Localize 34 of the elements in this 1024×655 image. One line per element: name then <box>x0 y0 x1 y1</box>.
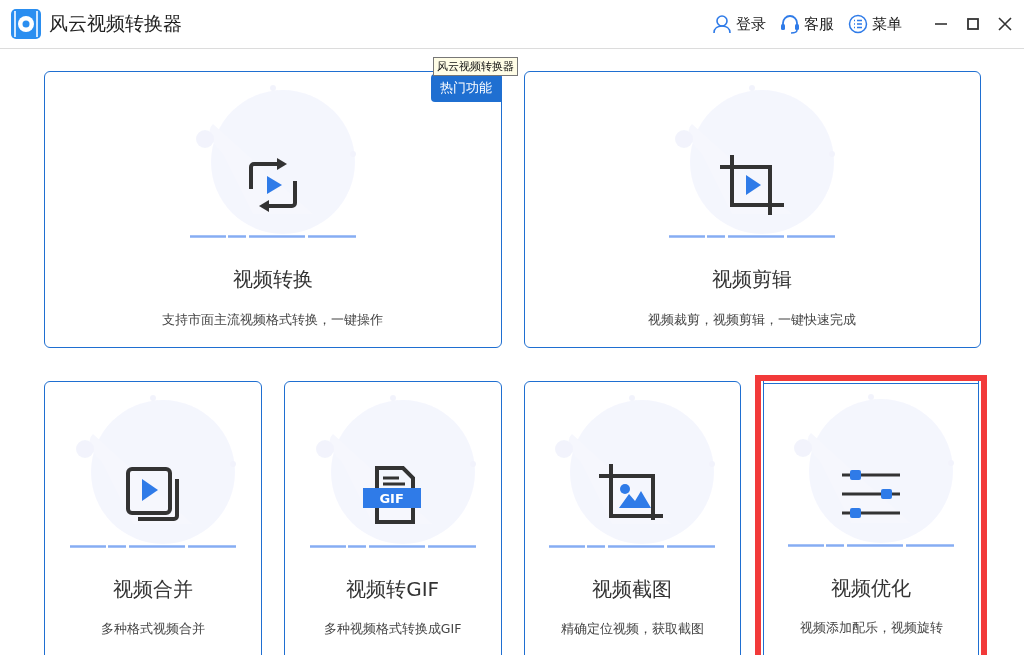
card-description: 多种格式视频合并 <box>100 621 205 638</box>
card-description: 精确定位视频，获取截图 <box>560 621 704 638</box>
user-icon <box>712 14 732 34</box>
card-title: 视频剪辑 <box>712 266 793 293</box>
headset-icon <box>780 14 800 34</box>
feature-card[interactable]: 视频转换 支持市面主流视频格式转换，一键操作 热门功能 <box>44 71 502 348</box>
maximize-icon[interactable] <box>966 17 980 31</box>
convert-icon <box>246 158 299 212</box>
feature-card[interactable]: GIF 视频转GIF 多种视频格式转换成GIF <box>283 381 502 655</box>
card-description: 视频裁剪，视频剪辑，一键快速完成 <box>648 311 857 329</box>
feature-card[interactable]: 视频合并 多种格式视频合并 <box>44 381 262 655</box>
header-action[interactable]: 客服 <box>780 14 834 34</box>
feature-card[interactable]: 视频优化 视频添加配乐，视频旋转 <box>755 375 987 655</box>
card-title: 视频转GIF <box>346 576 440 603</box>
card-description: 多种视频格式转换成GIF <box>323 621 462 638</box>
card-title: 视频合并 <box>112 576 193 603</box>
menu-icon <box>848 14 868 34</box>
sliders-icon <box>842 470 901 518</box>
close-icon[interactable] <box>998 17 1012 31</box>
card-title: 视频转换 <box>232 266 313 293</box>
stacked-video-icon <box>125 467 180 523</box>
hot-feature-badge: 热门功能 <box>430 74 501 102</box>
crop-video-icon <box>720 155 785 215</box>
window-title: 风云视频转换器 <box>49 11 182 36</box>
header-action[interactable]: 菜单 <box>848 14 902 34</box>
tooltip: 风云视频转换器 <box>433 57 518 76</box>
card-description: 视频添加配乐，视频旋转 <box>799 620 943 637</box>
card-description: 支持市面主流视频格式转换，一键操作 <box>162 311 384 329</box>
feature-card[interactable]: 视频剪辑 视频裁剪，视频剪辑，一键快速完成 <box>523 71 981 348</box>
feature-card[interactable]: 视频截图 精确定位视频，获取截图 <box>523 381 742 655</box>
card-title: 视频截图 <box>592 576 673 603</box>
app-logo-icon <box>11 9 41 39</box>
header-action[interactable]: 登录 <box>712 14 766 34</box>
card-title: 视频优化 <box>831 575 912 602</box>
